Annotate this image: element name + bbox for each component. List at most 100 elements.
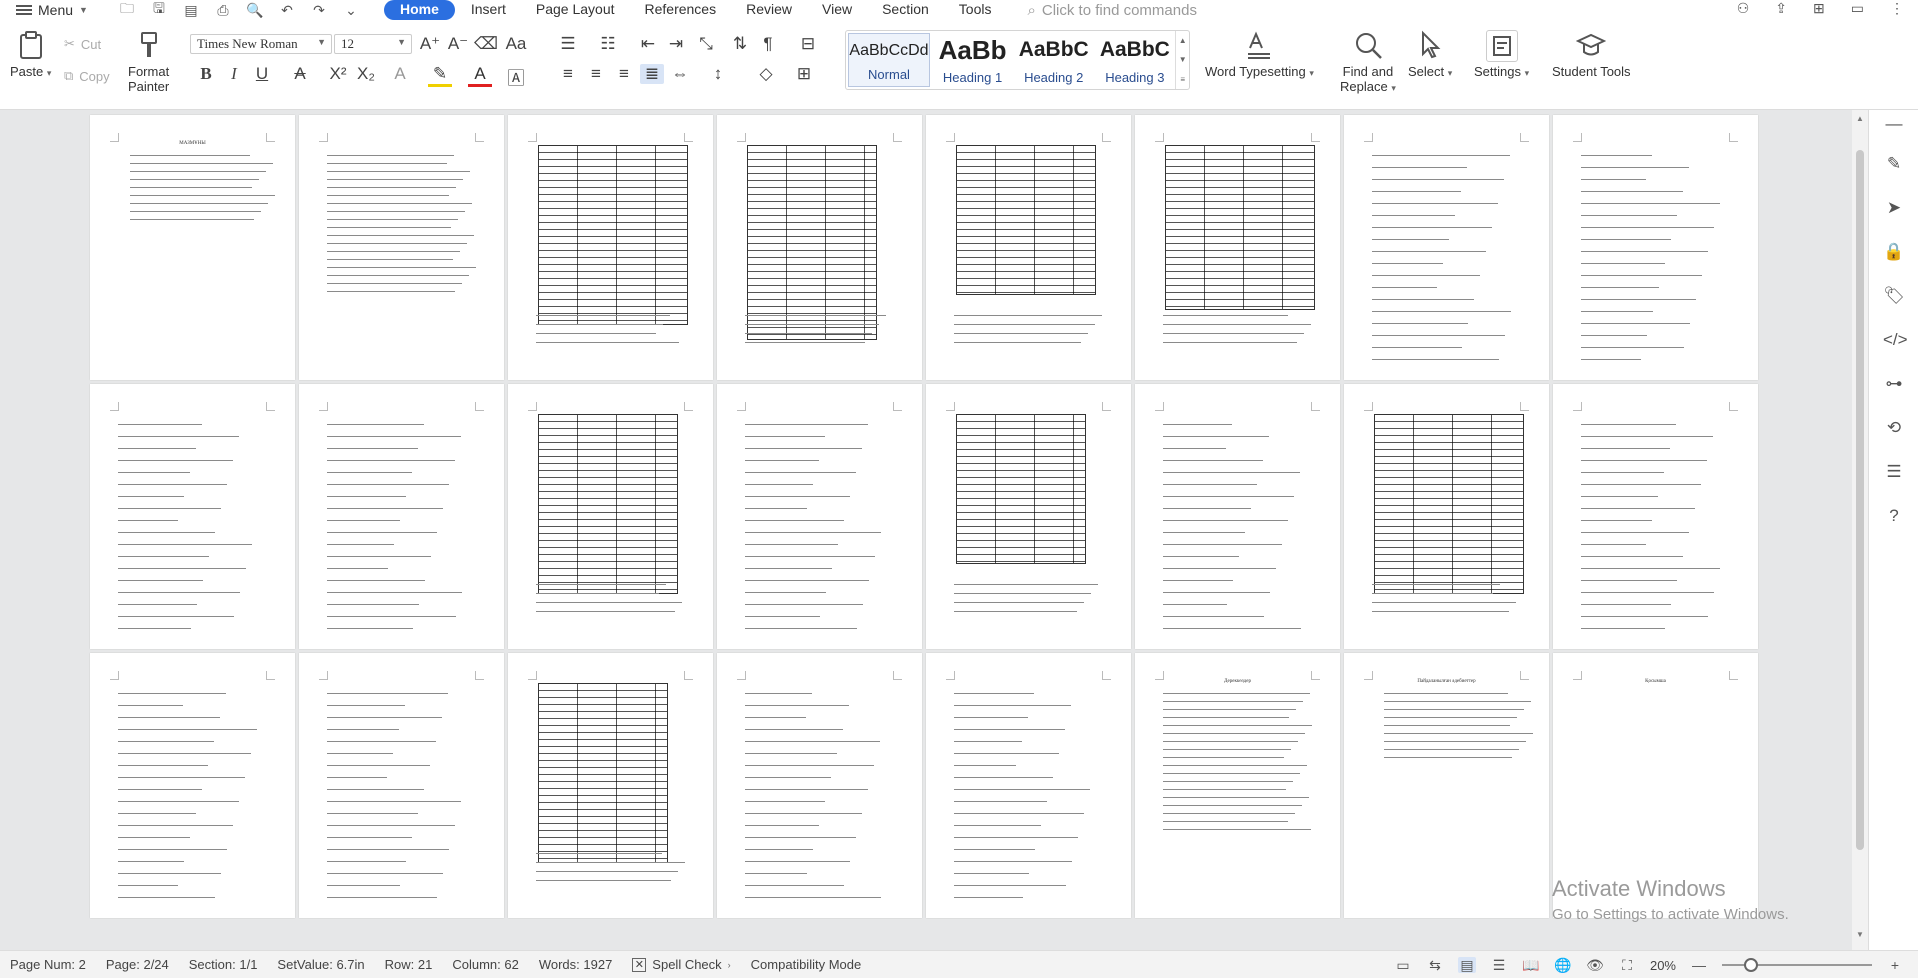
- align-center-icon[interactable]: ≡: [584, 64, 608, 84]
- more-icon[interactable]: ⋮: [1890, 0, 1904, 20]
- bold-icon[interactable]: B: [194, 64, 218, 84]
- page-thumbnail[interactable]: [717, 653, 922, 918]
- page-view-icon[interactable]: ▤: [1457, 957, 1476, 973]
- history-icon[interactable]: ⟲: [1883, 418, 1905, 440]
- status-section[interactable]: Section: 1/1: [179, 957, 268, 972]
- scroll-thumb[interactable]: [1856, 150, 1864, 850]
- command-search[interactable]: ⌕ Click to find commands: [1027, 2, 1196, 19]
- comment-icon[interactable]: ▭: [1851, 0, 1864, 20]
- zoom-in-icon[interactable]: +: [1886, 957, 1904, 973]
- numbering-icon[interactable]: ☷: [596, 34, 620, 54]
- student-tools-button[interactable]: Student Tools: [1552, 30, 1631, 79]
- page-thumbnail[interactable]: [299, 653, 504, 918]
- page-thumbnail[interactable]: [508, 115, 713, 380]
- show-marks-icon[interactable]: ¶: [756, 34, 780, 54]
- page-thumbnail[interactable]: [1553, 115, 1758, 380]
- page-thumbnail[interactable]: [926, 653, 1131, 918]
- styles-scroll[interactable]: ▲ ▼ ≡: [1175, 31, 1189, 89]
- page-thumbnail[interactable]: [1553, 384, 1758, 649]
- help-icon[interactable]: ?: [1883, 506, 1905, 528]
- fit-page-icon[interactable]: ⛶: [1618, 957, 1636, 973]
- scroll-down-icon[interactable]: ▼: [1852, 930, 1868, 939]
- track-icon[interactable]: ⇆: [1426, 957, 1444, 973]
- customize-chevron-icon[interactable]: ⌄: [342, 2, 360, 19]
- page-thumbnail[interactable]: [1344, 384, 1549, 649]
- page-thumbnail[interactable]: [299, 115, 504, 380]
- grow-font-icon[interactable]: A⁺: [418, 34, 442, 54]
- open-folder-icon[interactable]: 🗀: [118, 0, 136, 22]
- code-icon[interactable]: </>: [1883, 330, 1908, 352]
- italic-icon[interactable]: I: [222, 64, 246, 84]
- chevron-down-icon[interactable]: ▼: [1179, 55, 1187, 64]
- style-heading-3[interactable]: AaBbC Heading 3: [1094, 31, 1175, 89]
- strikethrough-icon[interactable]: A: [288, 64, 312, 84]
- status-words[interactable]: Words: 1927: [529, 957, 622, 972]
- reading-view-icon[interactable]: 📖: [1522, 957, 1540, 973]
- bullets-icon[interactable]: ☰: [556, 34, 580, 54]
- borders-icon[interactable]: ⊞: [792, 64, 816, 84]
- increase-indent-icon[interactable]: ⇥: [664, 34, 688, 54]
- page-thumbnail[interactable]: [90, 653, 295, 918]
- tag-icon[interactable]: 🏷: [1883, 286, 1905, 308]
- tab-review[interactable]: Review: [732, 0, 806, 20]
- pen-icon[interactable]: ✎: [1883, 154, 1905, 176]
- print-icon[interactable]: ⎙: [214, 2, 232, 19]
- pointer-icon[interactable]: ➤: [1883, 198, 1905, 220]
- word-typesetting-button[interactable]: Word Typesetting ▾: [1205, 30, 1314, 79]
- style-normal[interactable]: AaBbCcDd Normal: [848, 33, 930, 87]
- distributed-icon[interactable]: ⇔: [668, 64, 692, 84]
- cut-button[interactable]: ✂ Cut: [64, 36, 101, 52]
- text-direction-icon[interactable]: ⤡: [694, 34, 718, 54]
- page-thumbnail[interactable]: [717, 115, 922, 380]
- layers-icon[interactable]: ☰: [1883, 462, 1905, 484]
- sort-icon[interactable]: ⇅: [728, 34, 752, 54]
- page-thumbnail[interactable]: [1135, 115, 1340, 380]
- shading-icon[interactable]: ◇: [754, 64, 778, 84]
- tab-references[interactable]: References: [631, 0, 731, 20]
- zoom-value[interactable]: 20%: [1650, 958, 1676, 973]
- outline-view-icon[interactable]: ☰: [1490, 957, 1508, 973]
- status-column[interactable]: Column: 62: [442, 957, 528, 972]
- zoom-slider-knob[interactable]: [1744, 958, 1758, 972]
- expand-icon[interactable]: ≡: [1180, 75, 1185, 84]
- share-icon[interactable]: ⇪: [1775, 0, 1787, 20]
- status-page[interactable]: Page: 2/24: [96, 957, 179, 972]
- eye-protection-icon[interactable]: 👁: [1586, 957, 1604, 973]
- page-thumbnail[interactable]: [508, 384, 713, 649]
- zoom-slider[interactable]: [1722, 958, 1872, 972]
- zoom-out-icon[interactable]: —: [1690, 957, 1708, 973]
- save-icon[interactable]: 🖫: [150, 0, 168, 22]
- font-color-icon[interactable]: A: [468, 64, 492, 87]
- highlight-icon[interactable]: ✎: [428, 64, 452, 87]
- tab-home[interactable]: Home: [383, 0, 455, 20]
- account-icon[interactable]: ⚇: [1737, 0, 1750, 20]
- page-thumbnail[interactable]: Дереккөздер: [1135, 653, 1340, 918]
- document-canvas[interactable]: МАЗМҰНЫ Дереккөздер Пайдаланылған әдебиетт…: [0, 110, 1850, 950]
- doc-info-icon[interactable]: ▭: [1394, 957, 1412, 973]
- tab-tools[interactable]: Tools: [945, 0, 1006, 20]
- change-case-icon[interactable]: Aa: [504, 34, 528, 54]
- export-pdf-icon[interactable]: ▤: [182, 2, 200, 19]
- page-thumbnail[interactable]: [717, 384, 922, 649]
- page-thumbnail[interactable]: [508, 653, 713, 918]
- page-thumbnail[interactable]: [299, 384, 504, 649]
- tab-page-layout[interactable]: Page Layout: [522, 0, 629, 20]
- page-thumbnail[interactable]: МАЗМҰНЫ: [90, 115, 295, 380]
- style-heading-2[interactable]: AaBbC Heading 2: [1013, 31, 1094, 89]
- status-row[interactable]: Row: 21: [375, 957, 443, 972]
- web-view-icon[interactable]: 🌐: [1554, 957, 1572, 973]
- page-thumbnail[interactable]: [1344, 115, 1549, 380]
- format-painter-button[interactable]: Format Painter: [128, 30, 169, 94]
- align-right-icon[interactable]: ≡: [612, 64, 636, 84]
- page-thumbnail[interactable]: [926, 384, 1131, 649]
- chevron-up-icon[interactable]: ▲: [1179, 36, 1187, 45]
- line-spacing-icon[interactable]: ↕: [706, 64, 730, 84]
- char-border-icon[interactable]: 🄰: [504, 64, 528, 89]
- shrink-font-icon[interactable]: A⁻: [446, 34, 470, 54]
- vertical-scrollbar[interactable]: ▲ ▼: [1852, 110, 1868, 950]
- spell-check-button[interactable]: ✕ Spell Check ›: [622, 957, 740, 972]
- menu-button[interactable]: Menu ▼: [0, 0, 100, 20]
- justify-icon[interactable]: ≣: [640, 64, 664, 84]
- underline-icon[interactable]: U: [250, 64, 274, 84]
- redo-icon[interactable]: ↷: [310, 2, 328, 19]
